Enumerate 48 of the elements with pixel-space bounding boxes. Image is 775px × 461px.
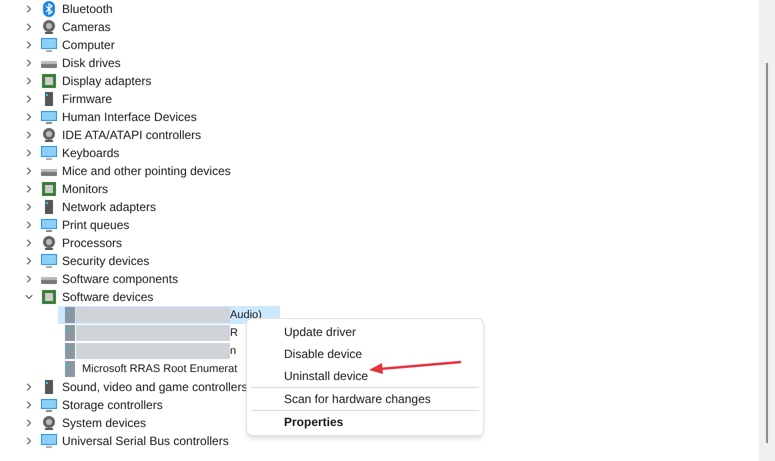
board-icon: [41, 73, 57, 89]
category-label[interactable]: Universal Serial Bus controllers: [62, 432, 229, 450]
monitor-icon: [41, 109, 57, 125]
camera-icon: [41, 19, 57, 35]
device-label: Audio): [230, 308, 262, 322]
category-label[interactable]: Disk drives: [62, 54, 121, 72]
category-label[interactable]: Processors: [62, 234, 122, 252]
category-label[interactable]: Display adapters: [62, 72, 152, 90]
category-label[interactable]: IDE ATA/ATAPI controllers: [62, 126, 202, 144]
tower-icon: [64, 361, 76, 377]
scrollbar-thumb[interactable]: [766, 63, 768, 443]
tower-icon: [64, 343, 76, 359]
camera-icon: [41, 235, 57, 251]
category-label[interactable]: System devices: [62, 414, 146, 432]
camera-icon: [41, 127, 57, 143]
board-icon: [41, 181, 57, 197]
category-label[interactable]: Mice and other pointing devices: [62, 162, 231, 180]
menu-item[interactable]: Scan for hardware changes: [251, 388, 479, 410]
category-label[interactable]: Cameras: [62, 18, 111, 36]
tower-icon: [64, 325, 76, 341]
tower-icon: [64, 307, 76, 323]
category-label[interactable]: Sound, video and game controllers: [62, 378, 248, 396]
menu-item[interactable]: Properties: [251, 411, 479, 433]
category-label[interactable]: Storage controllers: [62, 396, 163, 414]
monitor-icon: [41, 433, 57, 449]
board-icon: [41, 289, 57, 305]
camera-icon: [41, 415, 57, 431]
category-label[interactable]: Print queues: [62, 216, 130, 234]
monitor-icon: [41, 37, 57, 53]
category-label[interactable]: Human Interface Devices: [62, 108, 197, 126]
device-label: Microsoft RRAS Root Enumerat: [82, 362, 238, 376]
monitor-icon: [41, 217, 57, 233]
category-label[interactable]: Bluetooth: [62, 0, 113, 18]
category-label[interactable]: Software components: [62, 270, 178, 288]
device-label: n: [230, 344, 236, 358]
category-label[interactable]: Network adapters: [62, 198, 156, 216]
category-label[interactable]: Firmware: [62, 90, 112, 108]
monitor-icon: [41, 145, 57, 161]
device-row[interactable]: Audio): [58, 306, 280, 324]
monitor-icon: [41, 397, 57, 413]
category-label[interactable]: Computer: [62, 36, 115, 54]
category-label[interactable]: Monitors: [62, 180, 108, 198]
category-label[interactable]: Keyboards: [62, 144, 120, 162]
monitor-icon: [41, 253, 57, 269]
device-label: R: [230, 326, 238, 340]
category-label[interactable]: Software devices: [62, 288, 154, 306]
scrollbar[interactable]: [759, 0, 775, 461]
category-label[interactable]: Security devices: [62, 252, 150, 270]
